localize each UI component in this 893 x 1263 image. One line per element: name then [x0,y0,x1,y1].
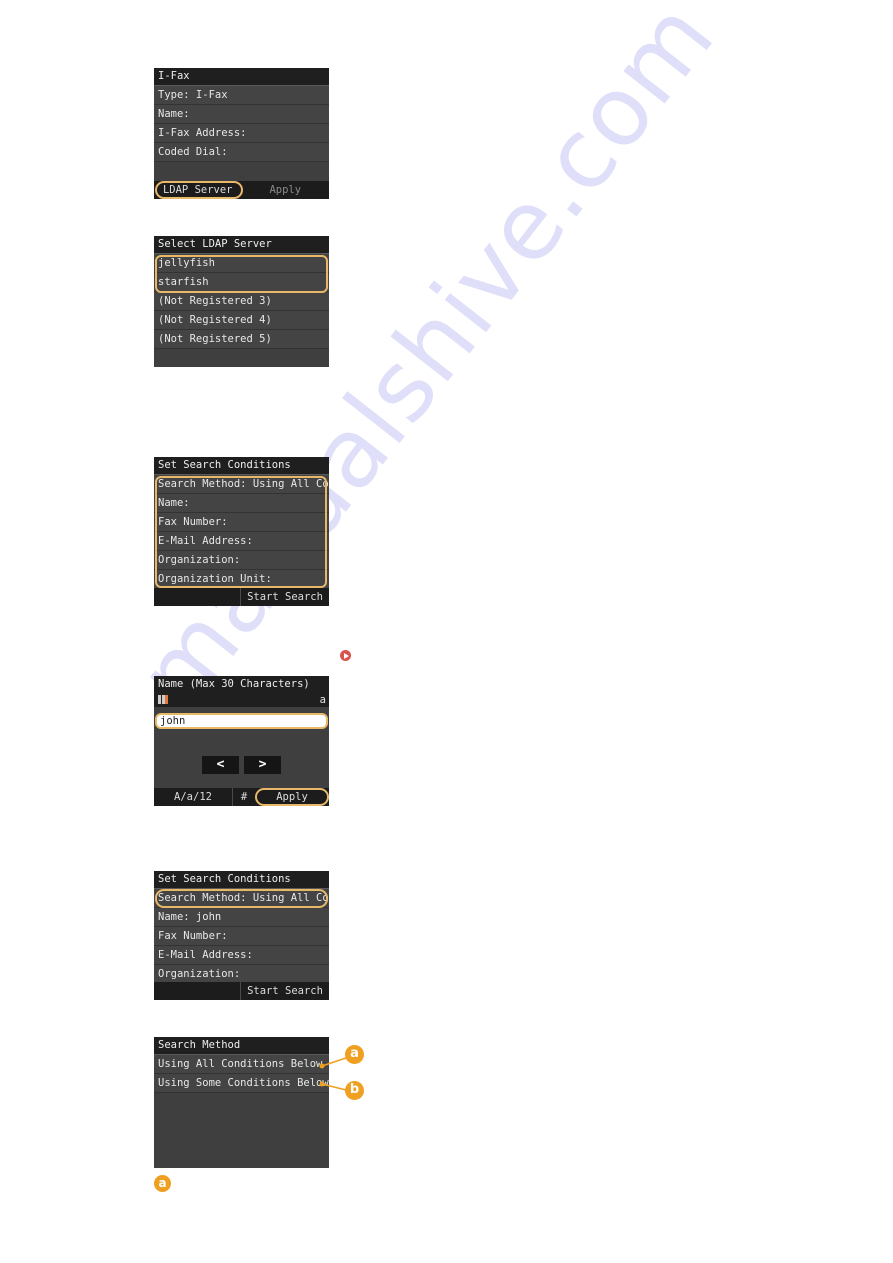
callout-badge-b: b [345,1081,364,1100]
footnote-badge-a: a [154,1175,171,1192]
callout-b-line [321,1083,347,1091]
callout-lines [319,1057,347,1091]
callout-badge-a: a [345,1045,364,1064]
callout-a-line [321,1057,347,1067]
